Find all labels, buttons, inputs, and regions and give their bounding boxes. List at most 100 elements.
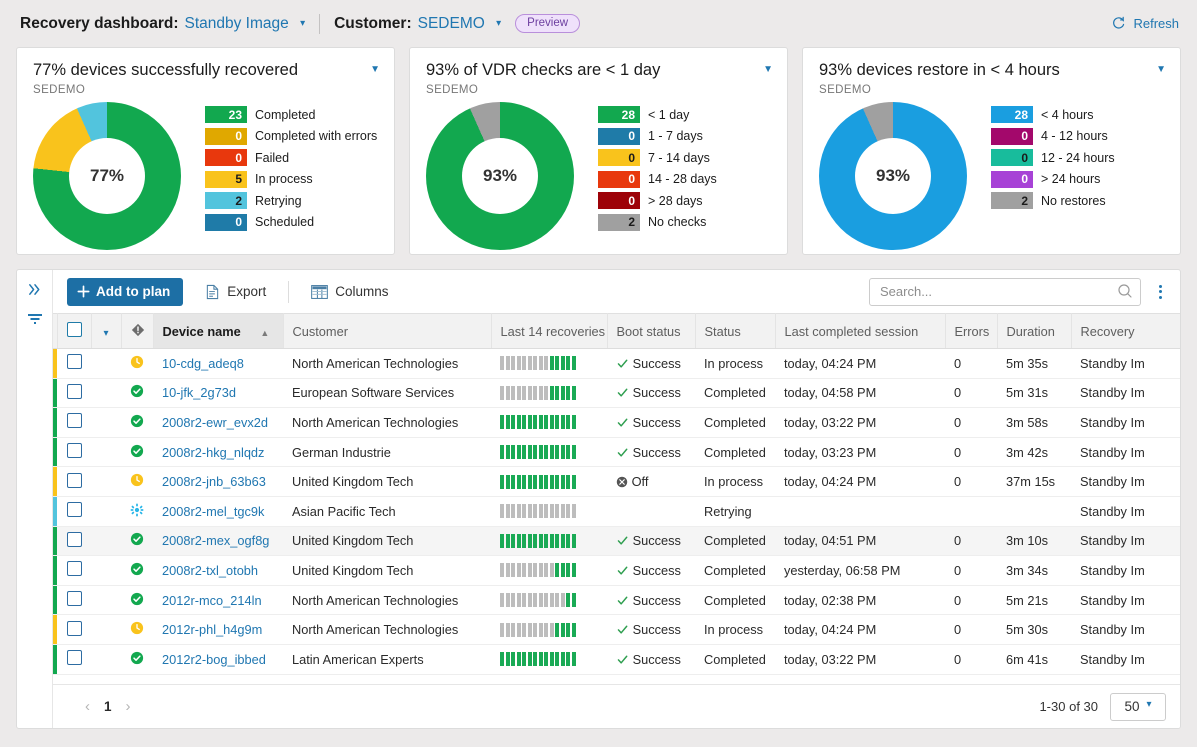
legend-item[interactable]: 28 < 4 hours (991, 104, 1115, 126)
table-row[interactable]: 2008r2-mel_tgc9k Asian Pacific Tech Retryi… (53, 496, 1180, 527)
row-checkbox-cell[interactable] (57, 378, 91, 409)
legend-item[interactable]: 0 4 - 12 hours (991, 126, 1115, 148)
legend-item[interactable]: 2 No restores (991, 190, 1115, 212)
table-row[interactable]: 10-cdg_adeq8 North American Technologies … (53, 348, 1180, 379)
legend-item[interactable]: 23 Completed (205, 104, 377, 126)
cell-device-name[interactable]: 2008r2-txl_otobh (153, 555, 283, 586)
table-row[interactable]: 2008r2-txl_otobh United Kingdom Tech Succ… (53, 555, 1180, 586)
device-link[interactable]: 10-jfk_2g73d (162, 385, 236, 400)
legend-item[interactable]: 28 < 1 day (598, 104, 717, 126)
cell-device-name[interactable]: 2012r2-bog_ibbed (153, 644, 283, 675)
device-link[interactable]: 2008r2-jnb_63b63 (162, 474, 266, 489)
row-checkbox-cell[interactable] (57, 614, 91, 645)
table-options-icon[interactable] (1153, 281, 1168, 303)
cell-device-name[interactable]: 2008r2-ewr_evx2d (153, 407, 283, 438)
row-checkbox[interactable] (66, 561, 82, 577)
table-row[interactable]: 2012r-mco_214ln North American Technologi… (53, 585, 1180, 616)
select-menu-header[interactable]: ▾ (91, 313, 122, 349)
card-menu-icon[interactable]: ▼ (763, 64, 773, 75)
row-checkbox-cell[interactable] (57, 496, 91, 527)
cell-device-name[interactable]: 2012r-phl_h4g9m (153, 614, 283, 645)
row-checkbox[interactable] (66, 650, 82, 666)
card-menu-icon[interactable]: ▼ (370, 64, 380, 75)
refresh-button[interactable]: Refresh (1111, 16, 1179, 31)
row-checkbox-cell[interactable] (57, 348, 91, 379)
row-checkbox[interactable] (66, 383, 82, 399)
legend-item[interactable]: 0 14 - 28 days (598, 169, 717, 191)
legend-item[interactable]: 0 12 - 24 hours (991, 147, 1115, 169)
row-checkbox[interactable] (66, 531, 82, 547)
legend-item[interactable]: 2 Retrying (205, 190, 377, 212)
device-link[interactable]: 2008r2-mex_ogf8g (162, 533, 269, 548)
column-header-errors[interactable]: Errors (945, 313, 998, 349)
cell-device-name[interactable]: 10-cdg_adeq8 (153, 348, 283, 379)
cell-device-name[interactable]: 10-jfk_2g73d (153, 378, 283, 409)
dashboard-selector[interactable]: Standby Image ▾ (185, 15, 306, 33)
table-row[interactable]: 2012r2-bog_ibbed Latin American Experts S… (53, 644, 1180, 675)
row-checkbox[interactable] (66, 413, 82, 429)
column-header-customer[interactable]: Customer (283, 313, 492, 349)
legend-item[interactable]: 0 Failed (205, 147, 377, 169)
device-link[interactable]: 2012r-phl_h4g9m (162, 622, 262, 637)
row-checkbox[interactable] (66, 502, 82, 518)
device-link[interactable]: 2012r-mco_214ln (162, 593, 262, 608)
legend-item[interactable]: 0 7 - 14 days (598, 147, 717, 169)
expand-panel-icon[interactable] (27, 282, 42, 300)
legend-item[interactable]: 0 Scheduled (205, 212, 377, 234)
row-checkbox[interactable] (66, 443, 82, 459)
cell-device-name[interactable]: 2012r-mco_214ln (153, 585, 283, 616)
export-button[interactable]: Export (199, 280, 272, 304)
row-checkbox-cell[interactable] (57, 585, 91, 616)
search-input[interactable] (869, 277, 1141, 306)
legend-item[interactable]: 2 No checks (598, 212, 717, 234)
column-header-boot-status[interactable]: Boot status (607, 313, 696, 349)
table-row[interactable]: 2012r-phl_h4g9m North American Technologi… (53, 614, 1180, 645)
device-link[interactable]: 2008r2-hkg_nlqdz (162, 445, 264, 460)
device-link[interactable]: 2008r2-mel_tgc9k (162, 504, 264, 519)
table-row[interactable]: 2008r2-jnb_63b63 United Kingdom Tech Off I… (53, 466, 1180, 497)
legend-item[interactable]: 0 1 - 7 days (598, 126, 717, 148)
row-checkbox-cell[interactable] (57, 644, 91, 675)
row-checkbox-cell[interactable] (57, 466, 91, 497)
column-header-duration[interactable]: Duration (997, 313, 1072, 349)
cell-device-name[interactable]: 2008r2-mex_ogf8g (153, 526, 283, 557)
row-checkbox-cell[interactable] (57, 437, 91, 468)
row-checkbox-cell[interactable] (57, 555, 91, 586)
current-page[interactable]: 1 (104, 699, 112, 714)
row-checkbox[interactable] (66, 620, 82, 636)
table-row[interactable]: 2008r2-mex_ogf8g United Kingdom Tech Succ… (53, 526, 1180, 557)
device-link[interactable]: 10-cdg_adeq8 (162, 356, 244, 371)
column-header-recovery[interactable]: Recovery (1071, 313, 1180, 349)
row-checkbox[interactable] (66, 472, 82, 488)
cell-device-name[interactable]: 2008r2-jnb_63b63 (153, 466, 283, 497)
column-header-status[interactable]: Status (695, 313, 776, 349)
add-to-plan-button[interactable]: Add to plan (67, 277, 184, 306)
page-size-selector[interactable]: 50 ▾ (1110, 692, 1166, 721)
row-checkbox-cell[interactable] (57, 526, 91, 557)
columns-button[interactable]: Columns (305, 280, 394, 303)
column-header-last-completed-session[interactable]: Last completed session (775, 313, 946, 349)
column-header-last-14-recoveries[interactable]: Last 14 recoveries (491, 313, 608, 349)
customer-selector[interactable]: SEDEMO ▾ (418, 15, 502, 33)
row-checkbox-cell[interactable] (57, 407, 91, 438)
cell-device-name[interactable]: 2008r2-hkg_nlqdz (153, 437, 283, 468)
next-page-button[interactable]: › (126, 698, 131, 715)
priority-header[interactable] (121, 313, 154, 349)
device-link[interactable]: 2012r2-bog_ibbed (162, 652, 266, 667)
row-checkbox[interactable] (66, 591, 82, 607)
select-all-header[interactable] (57, 313, 92, 349)
table-row[interactable]: 2008r2-ewr_evx2d North American Technolog… (53, 407, 1180, 438)
prev-page-button[interactable]: ‹ (85, 698, 90, 715)
select-all-checkbox[interactable] (66, 322, 82, 337)
legend-item[interactable]: 0 > 24 hours (991, 169, 1115, 191)
legend-item[interactable]: 0 Completed with errors (205, 126, 377, 148)
filter-icon[interactable] (27, 312, 43, 329)
legend-item[interactable]: 0 > 28 days (598, 190, 717, 212)
cell-device-name[interactable]: 2008r2-mel_tgc9k (153, 496, 283, 527)
table-row[interactable]: 10-jfk_2g73d European Software Services S… (53, 378, 1180, 409)
card-menu-icon[interactable]: ▼ (1156, 64, 1166, 75)
legend-item[interactable]: 5 In process (205, 169, 377, 191)
column-header-device-name[interactable]: Device name ▲ (153, 313, 284, 349)
device-link[interactable]: 2008r2-ewr_evx2d (162, 415, 268, 430)
row-checkbox[interactable] (66, 354, 82, 370)
